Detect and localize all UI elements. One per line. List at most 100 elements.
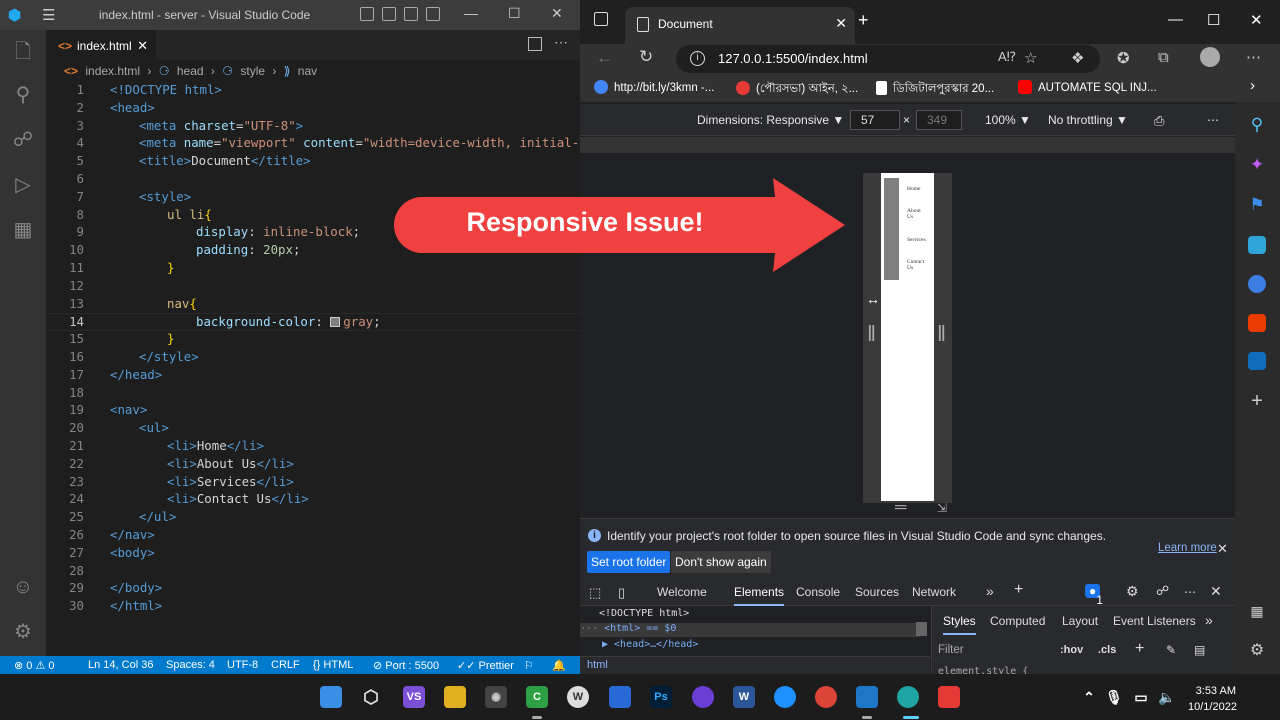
more-actions-icon[interactable]: ⋯: [554, 34, 568, 51]
toggle-sidebar-icon[interactable]: [360, 7, 374, 21]
tab-close-icon[interactable]: ✕: [137, 38, 148, 54]
set-root-folder-button[interactable]: Set root folder: [587, 551, 671, 573]
devtools-more-icon[interactable]: ⋯: [1184, 585, 1196, 599]
media-query-ruler[interactable]: [580, 137, 1235, 153]
new-tab-icon[interactable]: +: [858, 10, 869, 31]
collections-icon[interactable]: ⧉: [1158, 49, 1169, 66]
height-input[interactable]: 349: [916, 110, 962, 130]
breadcrumb-item[interactable]: style: [240, 64, 265, 78]
minimize-icon[interactable]: —: [464, 5, 478, 21]
breadcrumb-item[interactable]: nav: [298, 64, 317, 78]
status-position[interactable]: Ln 14, Col 36: [88, 659, 153, 671]
tab-welcome[interactable]: Welcome: [657, 585, 707, 599]
system-clock[interactable]: 3:53 AM 10/1/2022: [1188, 683, 1237, 715]
learn-more-link[interactable]: Learn more: [1158, 542, 1217, 554]
file-explorer-icon[interactable]: [444, 686, 466, 708]
refresh-icon[interactable]: ↻: [639, 47, 653, 67]
tab-close-icon[interactable]: ✕: [835, 15, 847, 32]
infobar-close-icon[interactable]: ✕: [1217, 541, 1228, 557]
more-tabs-icon[interactable]: »: [986, 583, 994, 599]
status-encoding[interactable]: UTF-8: [227, 659, 258, 671]
code-editor[interactable]: 1 <!DOCTYPE html> 2 <head> 3 <meta charset=…: [46, 82, 580, 656]
status-spaces[interactable]: Spaces: 4: [166, 659, 215, 671]
tab-event-listeners[interactable]: Event Listeners: [1113, 614, 1196, 628]
customize-layout-icon[interactable]: [426, 7, 440, 21]
breadcrumb-item[interactable]: head: [177, 64, 204, 78]
run-debug-icon[interactable]: ▷: [11, 173, 35, 197]
favorite-star-icon[interactable]: ☆: [1024, 49, 1037, 67]
dimensions-dropdown[interactable]: Dimensions: Responsive ▼: [697, 113, 844, 127]
tab-index-html[interactable]: <> index.html ✕: [46, 30, 156, 60]
favorites-icon[interactable]: ✪: [1117, 49, 1130, 67]
tab-console[interactable]: Console: [796, 585, 840, 599]
monitor-icon[interactable]: ▭: [1130, 686, 1152, 708]
rotate-icon[interactable]: ⎙: [1154, 113, 1164, 129]
photoshop-icon[interactable]: Ps: [650, 686, 672, 708]
zoom-dropdown[interactable]: 100% ▼: [985, 113, 1031, 127]
source-control-icon[interactable]: ☍: [11, 128, 35, 152]
add-tab-icon[interactable]: +: [1014, 581, 1023, 599]
resize-handle-left[interactable]: ‖: [867, 321, 876, 347]
bookmark-item[interactable]: ডিজিটালপুরস্কার 20...: [876, 80, 994, 99]
sidebar-toggle-icon[interactable]: ▤: [1194, 643, 1205, 657]
status-prettier[interactable]: ✓✓ Prettier: [457, 659, 514, 672]
maximize-icon[interactable]: ☐: [1207, 11, 1220, 29]
chevron-up-icon[interactable]: ⌃: [1078, 686, 1100, 708]
issues-badge[interactable]: ● 1: [1085, 584, 1103, 607]
status-eol[interactable]: CRLF: [271, 659, 300, 671]
search-icon[interactable]: ⚲: [1248, 116, 1266, 134]
dont-show-again-button[interactable]: Don't show again: [671, 551, 771, 573]
dom-breadcrumb[interactable]: html: [580, 656, 930, 674]
new-style-rule-icon[interactable]: +: [1135, 640, 1144, 658]
device-emulation-icon[interactable]: ▯: [618, 585, 625, 601]
back-arrow-icon[interactable]: ←: [596, 48, 613, 68]
copilot-sparkle-icon[interactable]: ✦: [1248, 156, 1266, 174]
tab-layout[interactable]: Layout: [1062, 614, 1098, 628]
visual-studio-icon[interactable]: VS: [403, 686, 425, 708]
paint-icon[interactable]: ✎: [1166, 643, 1176, 657]
bookmark-item[interactable]: (পৌরসভা) আইন, ২...: [736, 80, 858, 99]
inspect-element-icon[interactable]: ⬚: [589, 585, 601, 601]
game-controller-icon[interactable]: [692, 686, 714, 708]
bookmark-item[interactable]: http://bit.ly/3kmn -...: [594, 80, 714, 94]
notifications-bell-icon[interactable]: 🔔: [552, 659, 566, 672]
tab-sources[interactable]: Sources: [855, 585, 899, 599]
color-swatch-icon[interactable]: [330, 317, 341, 328]
settings-gear-icon[interactable]: ⚙: [11, 620, 35, 644]
device-nav-item[interactable]: About Us: [907, 208, 923, 220]
edge-icon[interactable]: [897, 686, 919, 708]
office-icon[interactable]: [1248, 314, 1266, 332]
site-info-icon[interactable]: i: [690, 51, 705, 66]
resize-corner-icon[interactable]: ⇲: [937, 501, 947, 515]
split-screen-icon[interactable]: ▦: [1248, 602, 1266, 620]
dom-node-selected[interactable]: ··· <html> == $0: [580, 623, 920, 637]
screen-recorder-icon[interactable]: [938, 686, 960, 708]
add-sidebar-item-icon[interactable]: +: [1248, 391, 1266, 411]
hov-toggle[interactable]: :hov: [1060, 644, 1083, 656]
tab-network[interactable]: Network: [912, 585, 956, 599]
browser-tab[interactable]: Document ✕: [625, 7, 855, 44]
outlook-icon[interactable]: [1248, 352, 1266, 370]
bookmark-item[interactable]: AUTOMATE SQL INJ...: [1018, 80, 1157, 94]
dom-node[interactable]: <!DOCTYPE html>: [599, 608, 689, 619]
split-editor-icon[interactable]: [528, 37, 542, 51]
read-aloud-icon[interactable]: A⁉: [998, 49, 1016, 65]
maximize-icon[interactable]: ☐: [508, 5, 521, 22]
cls-toggle[interactable]: .cls: [1098, 644, 1116, 656]
sidebar-settings-icon[interactable]: ⚙: [1248, 642, 1266, 660]
network-app-icon[interactable]: [609, 686, 631, 708]
profile-avatar[interactable]: [1200, 47, 1220, 67]
extensions-icon[interactable]: ▦: [11, 218, 35, 242]
accounts-icon[interactable]: ☺: [11, 575, 35, 599]
word-online-icon[interactable]: W: [567, 686, 589, 708]
minimize-icon[interactable]: —: [1168, 11, 1183, 28]
device-nav-item[interactable]: Home: [907, 186, 920, 192]
dom-node[interactable]: ▶ <head>…</head>: [602, 639, 698, 650]
app-cube-icon[interactable]: ⬡: [360, 686, 382, 708]
width-input[interactable]: 57: [850, 110, 900, 130]
more-options-icon[interactable]: ⋯: [1207, 113, 1219, 127]
vscode-logo-icon[interactable]: ⬢: [8, 6, 26, 24]
tab-elements[interactable]: Elements: [734, 585, 785, 606]
toggle-panel-icon[interactable]: [382, 7, 396, 21]
device-nav-item[interactable]: Contact Us: [907, 259, 929, 271]
